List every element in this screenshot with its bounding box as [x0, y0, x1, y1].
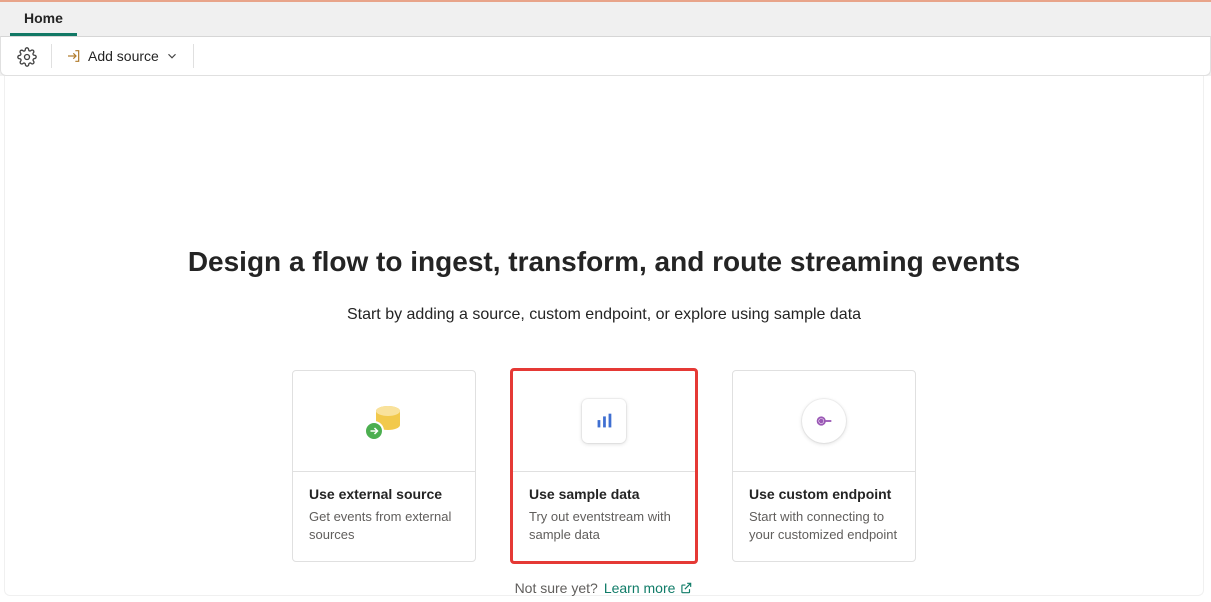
toolbar-separator — [193, 44, 194, 68]
tabs-row: Home — [0, 2, 1211, 36]
external-link-icon — [679, 581, 693, 595]
card-custom-endpoint[interactable]: Use custom endpoint Start with connectin… — [732, 370, 916, 562]
card-body: Use custom endpoint Start with connectin… — [733, 471, 915, 561]
tab-home-label: Home — [24, 10, 63, 26]
card-desc: Start with connecting to your customized… — [749, 508, 899, 543]
card-external-source[interactable]: Use external source Get events from exte… — [292, 370, 476, 562]
card-desc: Try out eventstream with sample data — [529, 508, 679, 543]
page-subheading: Start by adding a source, custom endpoin… — [347, 306, 861, 324]
learn-more-label: Learn more — [604, 580, 676, 596]
arrow-in-icon — [66, 48, 82, 64]
card-icon-area — [293, 371, 475, 471]
add-source-label: Add source — [88, 48, 159, 64]
learn-more-link[interactable]: Learn more — [604, 580, 694, 596]
not-sure-text: Not sure yet? — [515, 580, 598, 596]
card-desc: Get events from external sources — [309, 508, 459, 543]
bar-chart-icon — [582, 399, 626, 443]
card-icon-area — [733, 371, 915, 471]
card-title: Use external source — [309, 486, 459, 502]
cards-row: Use external source Get events from exte… — [292, 370, 916, 562]
settings-button[interactable] — [1, 41, 45, 71]
card-title: Use custom endpoint — [749, 486, 899, 502]
footer-line: Not sure yet? Learn more — [515, 580, 694, 596]
add-source-button[interactable]: Add source — [58, 44, 187, 68]
card-icon-area — [513, 371, 695, 471]
card-body: Use external source Get events from exte… — [293, 471, 475, 561]
chevron-down-icon — [165, 49, 179, 63]
endpoint-icon — [802, 399, 846, 443]
database-arrow-icon — [360, 397, 408, 445]
card-body: Use sample data Try out eventstream with… — [513, 471, 695, 561]
page-heading: Design a flow to ingest, transform, and … — [188, 246, 1020, 278]
toolbar-separator — [51, 44, 52, 68]
toolbar: Add source — [0, 36, 1211, 76]
card-title: Use sample data — [529, 486, 679, 502]
tab-home[interactable]: Home — [10, 2, 77, 36]
card-sample-data[interactable]: Use sample data Try out eventstream with… — [512, 370, 696, 562]
topbar: Home Add source — [0, 0, 1211, 76]
main-area: Design a flow to ingest, transform, and … — [4, 76, 1204, 596]
gear-icon — [17, 47, 37, 67]
